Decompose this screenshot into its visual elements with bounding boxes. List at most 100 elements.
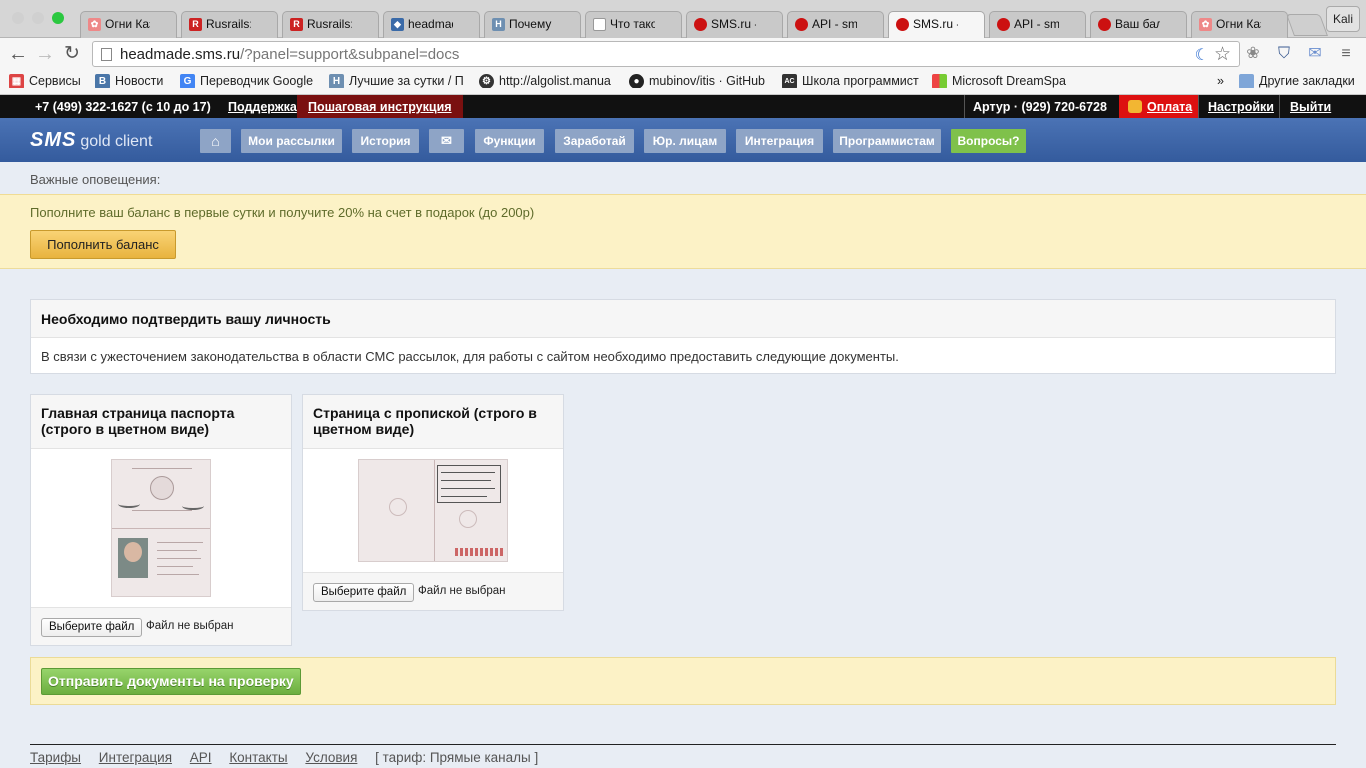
nav-item-functions[interactable]: Функции <box>475 129 544 153</box>
bookmark-item[interactable]: Microsoft DreamSpa <box>932 74 1072 88</box>
nav-item-questions[interactable]: Вопросы? <box>951 129 1026 153</box>
bookmark-item[interactable]: AC Школа программист <box>782 74 922 88</box>
bookmark-item[interactable]: ● mubinov/itis · GitHub <box>629 74 774 88</box>
passport-main-image <box>31 449 291 607</box>
choose-file-button[interactable]: Выберите файл <box>41 618 143 637</box>
paw-extension-icon[interactable]: ❀ <box>1244 45 1262 63</box>
bookmark-item[interactable]: H Лучшие за сутки / П <box>329 74 469 88</box>
browser-tab[interactable]: H Почему и <box>484 11 581 38</box>
nav-item-mailings[interactable]: Мои рассылки <box>241 129 342 153</box>
top-up-button[interactable]: Пополнить баланс <box>30 230 176 259</box>
nav-item-integration[interactable]: Интеграция <box>736 129 823 153</box>
back-arrow-icon[interactable]: ← <box>6 42 30 66</box>
panel-title: Необходимо подтвердить вашу личность <box>31 300 1335 338</box>
reload-icon[interactable]: ↻ <box>60 42 84 66</box>
tariff-label: [ тариф: Прямые каналы ] <box>375 750 539 765</box>
passport-photo <box>111 459 211 597</box>
home-icon[interactable]: ⌂ <box>200 129 231 153</box>
tab-title: API - sms <box>1014 17 1059 31</box>
gear-icon: ⚙ <box>479 74 494 88</box>
forward-arrow-icon[interactable]: → <box>33 42 57 66</box>
bookmark-item[interactable]: ▦ Сервисы <box>9 74 89 88</box>
support-link[interactable]: Поддержка <box>228 100 297 114</box>
address-bar[interactable]: headmade.sms.ru/?panel=support&subpanel=… <box>92 41 1240 67</box>
document-card: Главная страница паспорта (строго в цвет… <box>30 394 292 646</box>
nav-item-earn[interactable]: Заработай <box>555 129 634 153</box>
cherry-icon <box>694 18 707 31</box>
other-bookmarks-folder[interactable]: Другие закладки <box>1239 74 1359 88</box>
minimize-window-button[interactable] <box>32 12 44 24</box>
mail-extension-icon[interactable]: ✉ <box>1306 45 1324 63</box>
footer-link-terms[interactable]: Условия <box>305 750 357 765</box>
site-logo[interactable]: SMS gold client <box>30 129 152 152</box>
submit-documents-button[interactable]: Отправить документы на проверку <box>41 668 301 695</box>
settings-link[interactable]: Настройки <box>1208 100 1274 114</box>
browser-tab[interactable]: API - sms <box>989 11 1086 38</box>
bookmark-label: Лучшие за сутки / П <box>349 74 464 88</box>
bookmark-item[interactable]: ⚙ http://algolist.manua <box>479 74 619 88</box>
new-tab-button[interactable] <box>1285 14 1329 36</box>
book-icon[interactable]: ✉ <box>429 129 464 153</box>
nav-item-programmers[interactable]: Программистам <box>833 129 941 153</box>
fullscreen-window-button[interactable] <box>52 12 64 24</box>
browser-tab[interactable]: SMS.ru - <box>686 11 783 38</box>
coins-icon <box>1128 100 1142 113</box>
nav-item-history[interactable]: История <box>352 129 419 153</box>
bookmark-item[interactable]: B Новости <box>95 74 170 88</box>
choose-file-button[interactable]: Выберите файл <box>313 583 415 602</box>
footer-link-tariffs[interactable]: Тарифы <box>30 750 81 765</box>
shield-extension-icon[interactable]: ⛉ <box>1275 45 1293 63</box>
page-icon <box>101 48 112 61</box>
bookmark-star-icon[interactable]: ☆ <box>1214 43 1231 66</box>
cherry-icon <box>997 18 1010 31</box>
alerts-title: Важные оповещения: <box>30 172 161 187</box>
bookmark-item[interactable]: G Переводчик Google <box>180 74 320 88</box>
footer-link-contacts[interactable]: Контакты <box>229 750 287 765</box>
bookmark-label: Сервисы <box>29 74 81 88</box>
close-window-button[interactable] <box>12 12 24 24</box>
footer-link-api[interactable]: API <box>190 750 212 765</box>
browser-tab-active[interactable]: SMS.ru - <box>888 11 985 38</box>
browser-tab-strip: ✿ Огни Каз R Rusrails: R Rusrails: ◆ headmad… <box>0 0 1366 38</box>
pay-tab[interactable]: Оплата <box>1119 95 1198 118</box>
browser-tab[interactable]: API - sms <box>787 11 884 38</box>
habr-icon: H <box>492 18 505 31</box>
browser-tab[interactable]: R Rusrails: <box>282 11 379 38</box>
nav-item-legal[interactable]: Юр. лицам <box>644 129 726 153</box>
instruction-link[interactable]: Пошаговая инструкция <box>308 100 452 114</box>
file-upload-row: Выберите файл Файл не выбран <box>303 572 563 610</box>
browser-tab[interactable]: ✿ Огни Каз <box>80 11 177 38</box>
settings-link-wrap: Настройки <box>1208 100 1274 114</box>
file-upload-row: Выберите файл Файл не выбран <box>31 607 291 645</box>
browser-tab[interactable]: Что такое <box>585 11 682 38</box>
document-title: Главная страница паспорта (строго в цвет… <box>31 395 291 449</box>
footer-link-integration[interactable]: Интеграция <box>99 750 172 765</box>
instruction-tab[interactable]: Пошаговая инструкция <box>297 95 463 118</box>
tab-title: Огни Каз <box>1216 17 1261 31</box>
menu-icon[interactable]: ≡ <box>1337 45 1355 63</box>
registration-page-image <box>303 449 563 573</box>
microsoft-icon <box>932 74 947 88</box>
profile-button[interactable]: Kali <box>1326 6 1360 32</box>
pay-link[interactable]: Оплата <box>1147 100 1192 114</box>
footer: Тарифы Интеграция API Контакты Условия [… <box>30 750 538 765</box>
tab-title: Rusrails: <box>307 17 352 31</box>
bookmark-label: http://algolist.manua <box>499 74 611 88</box>
tab-title: headmad <box>408 17 453 31</box>
tab-title: SMS.ru - <box>711 17 756 31</box>
tab-title: SMS.ru - <box>913 17 958 31</box>
browser-tab[interactable]: R Rusrails: <box>181 11 278 38</box>
logo-subtitle: gold client <box>80 133 153 150</box>
user-info: Артур · (929) 720-6728 <box>973 100 1107 114</box>
browser-tab[interactable]: Ваш бала <box>1090 11 1187 38</box>
footer-divider <box>30 744 1336 745</box>
browser-tab[interactable]: ◆ headmad <box>383 11 480 38</box>
logout-link[interactable]: Выйти <box>1290 100 1331 114</box>
bookmark-label: Школа программист <box>802 74 919 88</box>
promo-message: Пополните ваш баланс в первые сутки и по… <box>30 205 535 220</box>
support-phone: +7 (499) 322-1627 (с 10 до 17) <box>35 100 211 114</box>
bookmark-label: Другие закладки <box>1259 74 1355 88</box>
bookmarks-overflow-chevron[interactable]: » <box>1217 74 1224 88</box>
browser-tab[interactable]: ✿ Огни Каз <box>1191 11 1288 38</box>
extension-icon[interactable]: ☾ <box>1195 45 1209 65</box>
